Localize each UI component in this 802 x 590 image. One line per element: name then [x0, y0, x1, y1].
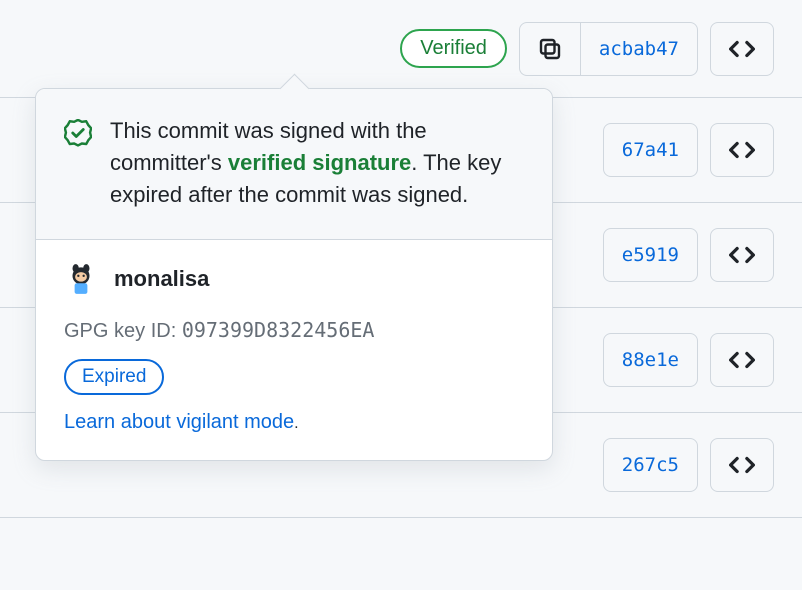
vigilant-mode-link[interactable]: Learn about vigilant mode [64, 411, 294, 434]
copy-button[interactable] [519, 22, 581, 76]
copy-icon [538, 37, 562, 61]
octocat-icon [64, 262, 98, 296]
commit-row: Verified acbab47 [0, 0, 802, 98]
verified-badge[interactable]: Verified [400, 29, 507, 68]
verified-signature-link[interactable]: verified signature [228, 150, 411, 175]
vigilant-suffix: . [294, 415, 298, 432]
browse-code-button[interactable] [710, 438, 774, 492]
gpg-key-id: 097399D8322456EA [182, 318, 375, 342]
popover-body: monalisa GPG key ID: 097399D8322456EA Ex… [36, 240, 552, 460]
popover-message: This commit was signed with the committe… [110, 115, 524, 211]
commit-actions-group: e5919 [603, 228, 698, 282]
gpg-key-row: GPG key ID: 097399D8322456EA [64, 318, 524, 343]
browse-code-button[interactable] [710, 333, 774, 387]
popover-header: This commit was signed with the committe… [36, 89, 552, 240]
code-icon [729, 242, 755, 268]
commit-actions-group: acbab47 [519, 22, 698, 76]
expired-badge: Expired [64, 359, 164, 395]
browse-code-button[interactable] [710, 22, 774, 76]
code-icon [729, 36, 755, 62]
code-icon [729, 347, 755, 373]
code-icon [729, 137, 755, 163]
commit-hash-link[interactable]: e5919 [603, 228, 698, 282]
browse-code-button[interactable] [710, 123, 774, 177]
commit-actions-group: 88e1e [603, 333, 698, 387]
signature-popover: This commit was signed with the committe… [35, 88, 553, 461]
verified-seal-icon [64, 119, 92, 152]
commit-hash-link[interactable]: 88e1e [603, 333, 698, 387]
commit-actions-group: 267c5 [603, 438, 698, 492]
avatar[interactable] [64, 262, 98, 296]
commit-hash-link[interactable]: 267c5 [603, 438, 698, 492]
code-icon [729, 452, 755, 478]
commit-actions-group: 67a41 [603, 123, 698, 177]
commit-hash-link[interactable]: acbab47 [581, 22, 698, 76]
signer-username[interactable]: monalisa [114, 266, 209, 292]
commit-hash-link[interactable]: 67a41 [603, 123, 698, 177]
browse-code-button[interactable] [710, 228, 774, 282]
signer-row: monalisa [64, 262, 524, 296]
gpg-key-label: GPG key ID: [64, 320, 182, 342]
